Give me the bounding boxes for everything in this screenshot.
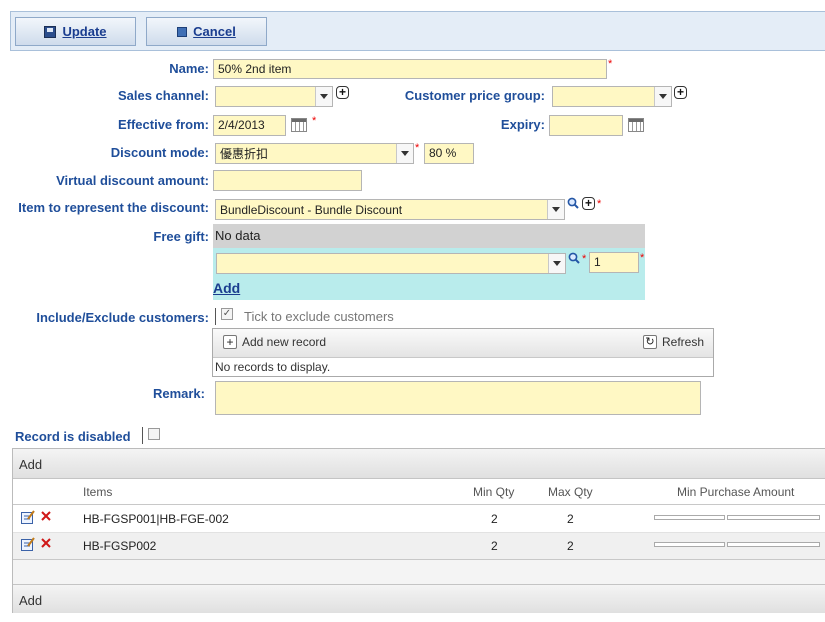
cancel-icon bbox=[177, 26, 188, 37]
free-gift-dropdown[interactable] bbox=[216, 253, 566, 274]
divider bbox=[142, 427, 143, 444]
divider bbox=[215, 308, 216, 325]
row-max-qty: 2 bbox=[567, 539, 574, 553]
effective-from-label: Effective from: bbox=[117, 117, 209, 132]
row-min-qty: 2 bbox=[491, 512, 498, 526]
min-purchase-amount-input[interactable] bbox=[654, 542, 725, 547]
customer-price-group-dropdown[interactable] bbox=[552, 86, 672, 107]
save-icon bbox=[44, 25, 57, 38]
min-purchase-amount-input[interactable] bbox=[654, 515, 725, 520]
rules-grid-bottom-bar: Add bbox=[13, 584, 825, 613]
min-purchase-amount-input[interactable] bbox=[727, 542, 820, 547]
customer-price-group-label: Customer price group: bbox=[404, 88, 545, 103]
rules-grid-spacer bbox=[13, 560, 825, 584]
free-gift-panel: No data * 1 * Add bbox=[213, 224, 645, 300]
column-header-items[interactable]: Items bbox=[83, 485, 112, 499]
free-gift-label: Free gift: bbox=[153, 229, 209, 244]
table-row: HB-FGSP002 2 2 bbox=[13, 533, 825, 559]
required-marker: * bbox=[415, 142, 420, 154]
column-header-min-purchase-amount[interactable]: Min Purchase Amount bbox=[677, 485, 794, 499]
edit-icon[interactable] bbox=[21, 537, 35, 551]
calendar-icon[interactable] bbox=[291, 118, 307, 132]
add-new-record-button[interactable]: + Add new record bbox=[223, 335, 326, 349]
record-disabled-checkbox[interactable] bbox=[148, 428, 160, 440]
chevron-down-icon bbox=[548, 254, 565, 273]
delete-icon[interactable] bbox=[41, 511, 51, 521]
expiry-label: Expiry: bbox=[500, 117, 545, 132]
remark-label: Remark: bbox=[152, 386, 205, 401]
cancel-button[interactable]: Cancel bbox=[146, 17, 267, 46]
column-header-min-qty[interactable]: Min Qty bbox=[473, 485, 514, 499]
edit-icon[interactable] bbox=[21, 510, 35, 524]
item-represent-label: Item to represent the discount: bbox=[18, 200, 209, 215]
required-marker: * bbox=[608, 58, 613, 70]
required-marker: * bbox=[640, 252, 645, 264]
min-purchase-amount-input[interactable] bbox=[727, 515, 820, 520]
sales-channel-dropdown[interactable] bbox=[215, 86, 333, 107]
effective-from-input[interactable]: 2/4/2013 bbox=[213, 115, 286, 136]
free-gift-add-link[interactable]: Add bbox=[213, 280, 240, 296]
required-marker: * bbox=[312, 115, 317, 127]
exclude-checkbox[interactable]: ✓ bbox=[221, 308, 233, 320]
discount-percent-input[interactable]: 80 % bbox=[424, 143, 474, 164]
remark-textarea[interactable] bbox=[215, 381, 701, 415]
required-marker: * bbox=[597, 198, 602, 210]
calendar-icon[interactable] bbox=[628, 118, 644, 132]
refresh-button[interactable]: ↻ Refresh bbox=[643, 335, 704, 349]
row-items: HB-FGSP002 bbox=[83, 539, 157, 553]
expiry-input[interactable] bbox=[549, 115, 623, 136]
add-rule-button-bottom[interactable]: Add bbox=[19, 593, 42, 608]
name-input[interactable]: 50% 2nd item bbox=[213, 59, 607, 79]
search-icon[interactable] bbox=[567, 197, 579, 209]
virtual-discount-label: Virtual discount amount: bbox=[56, 173, 209, 188]
record-disabled-label: Record is disabled bbox=[15, 429, 131, 444]
chevron-down-icon bbox=[315, 87, 332, 106]
no-records-text: No records to display. bbox=[215, 360, 331, 374]
exclude-checkbox-label: Tick to exclude customers bbox=[244, 309, 394, 324]
name-label: Name: bbox=[169, 61, 209, 76]
add-rule-button-top[interactable]: Add bbox=[19, 457, 42, 472]
no-data-text: No data bbox=[213, 224, 645, 248]
sales-channel-label: Sales channel: bbox=[117, 88, 209, 103]
free-gift-qty-input[interactable]: 1 bbox=[589, 252, 639, 273]
row-items: HB-FGSP001|HB-FGE-002 bbox=[83, 512, 229, 526]
refresh-icon: ↻ bbox=[643, 335, 657, 349]
item-represent-dropdown[interactable]: BundleDiscount - Bundle Discount bbox=[215, 199, 565, 220]
rules-grid: Add Items Min Qty Max Qty Min Purchase A… bbox=[12, 448, 825, 613]
discount-mode-label: Discount mode: bbox=[110, 145, 209, 160]
chevron-down-icon bbox=[547, 200, 564, 219]
plus-icon: + bbox=[223, 335, 237, 349]
rules-grid-top-bar: Add bbox=[13, 449, 825, 479]
add-item-icon[interactable]: + bbox=[582, 197, 595, 210]
chevron-down-icon bbox=[396, 144, 413, 163]
include-exclude-label: Include/Exclude customers: bbox=[36, 310, 209, 325]
customers-grid-toolbar: + Add new record ↻ Refresh bbox=[213, 329, 713, 358]
required-marker: * bbox=[582, 253, 587, 265]
row-max-qty: 2 bbox=[567, 512, 574, 526]
customers-grid: + Add new record ↻ Refresh No records to… bbox=[212, 328, 714, 377]
add-sales-channel-icon[interactable]: + bbox=[336, 86, 349, 99]
table-row: HB-FGSP001|HB-FGE-002 2 2 bbox=[13, 505, 825, 532]
column-header-max-qty[interactable]: Max Qty bbox=[548, 485, 593, 499]
search-icon[interactable] bbox=[568, 252, 580, 264]
update-button[interactable]: Update bbox=[15, 17, 136, 46]
virtual-discount-input[interactable] bbox=[213, 170, 362, 191]
discount-mode-dropdown[interactable]: 優惠折扣 bbox=[215, 143, 414, 164]
toolbar: Update Cancel bbox=[10, 11, 825, 51]
delete-icon[interactable] bbox=[41, 538, 51, 548]
add-price-group-icon[interactable]: + bbox=[674, 86, 687, 99]
row-min-qty: 2 bbox=[491, 539, 498, 553]
chevron-down-icon bbox=[654, 87, 671, 106]
